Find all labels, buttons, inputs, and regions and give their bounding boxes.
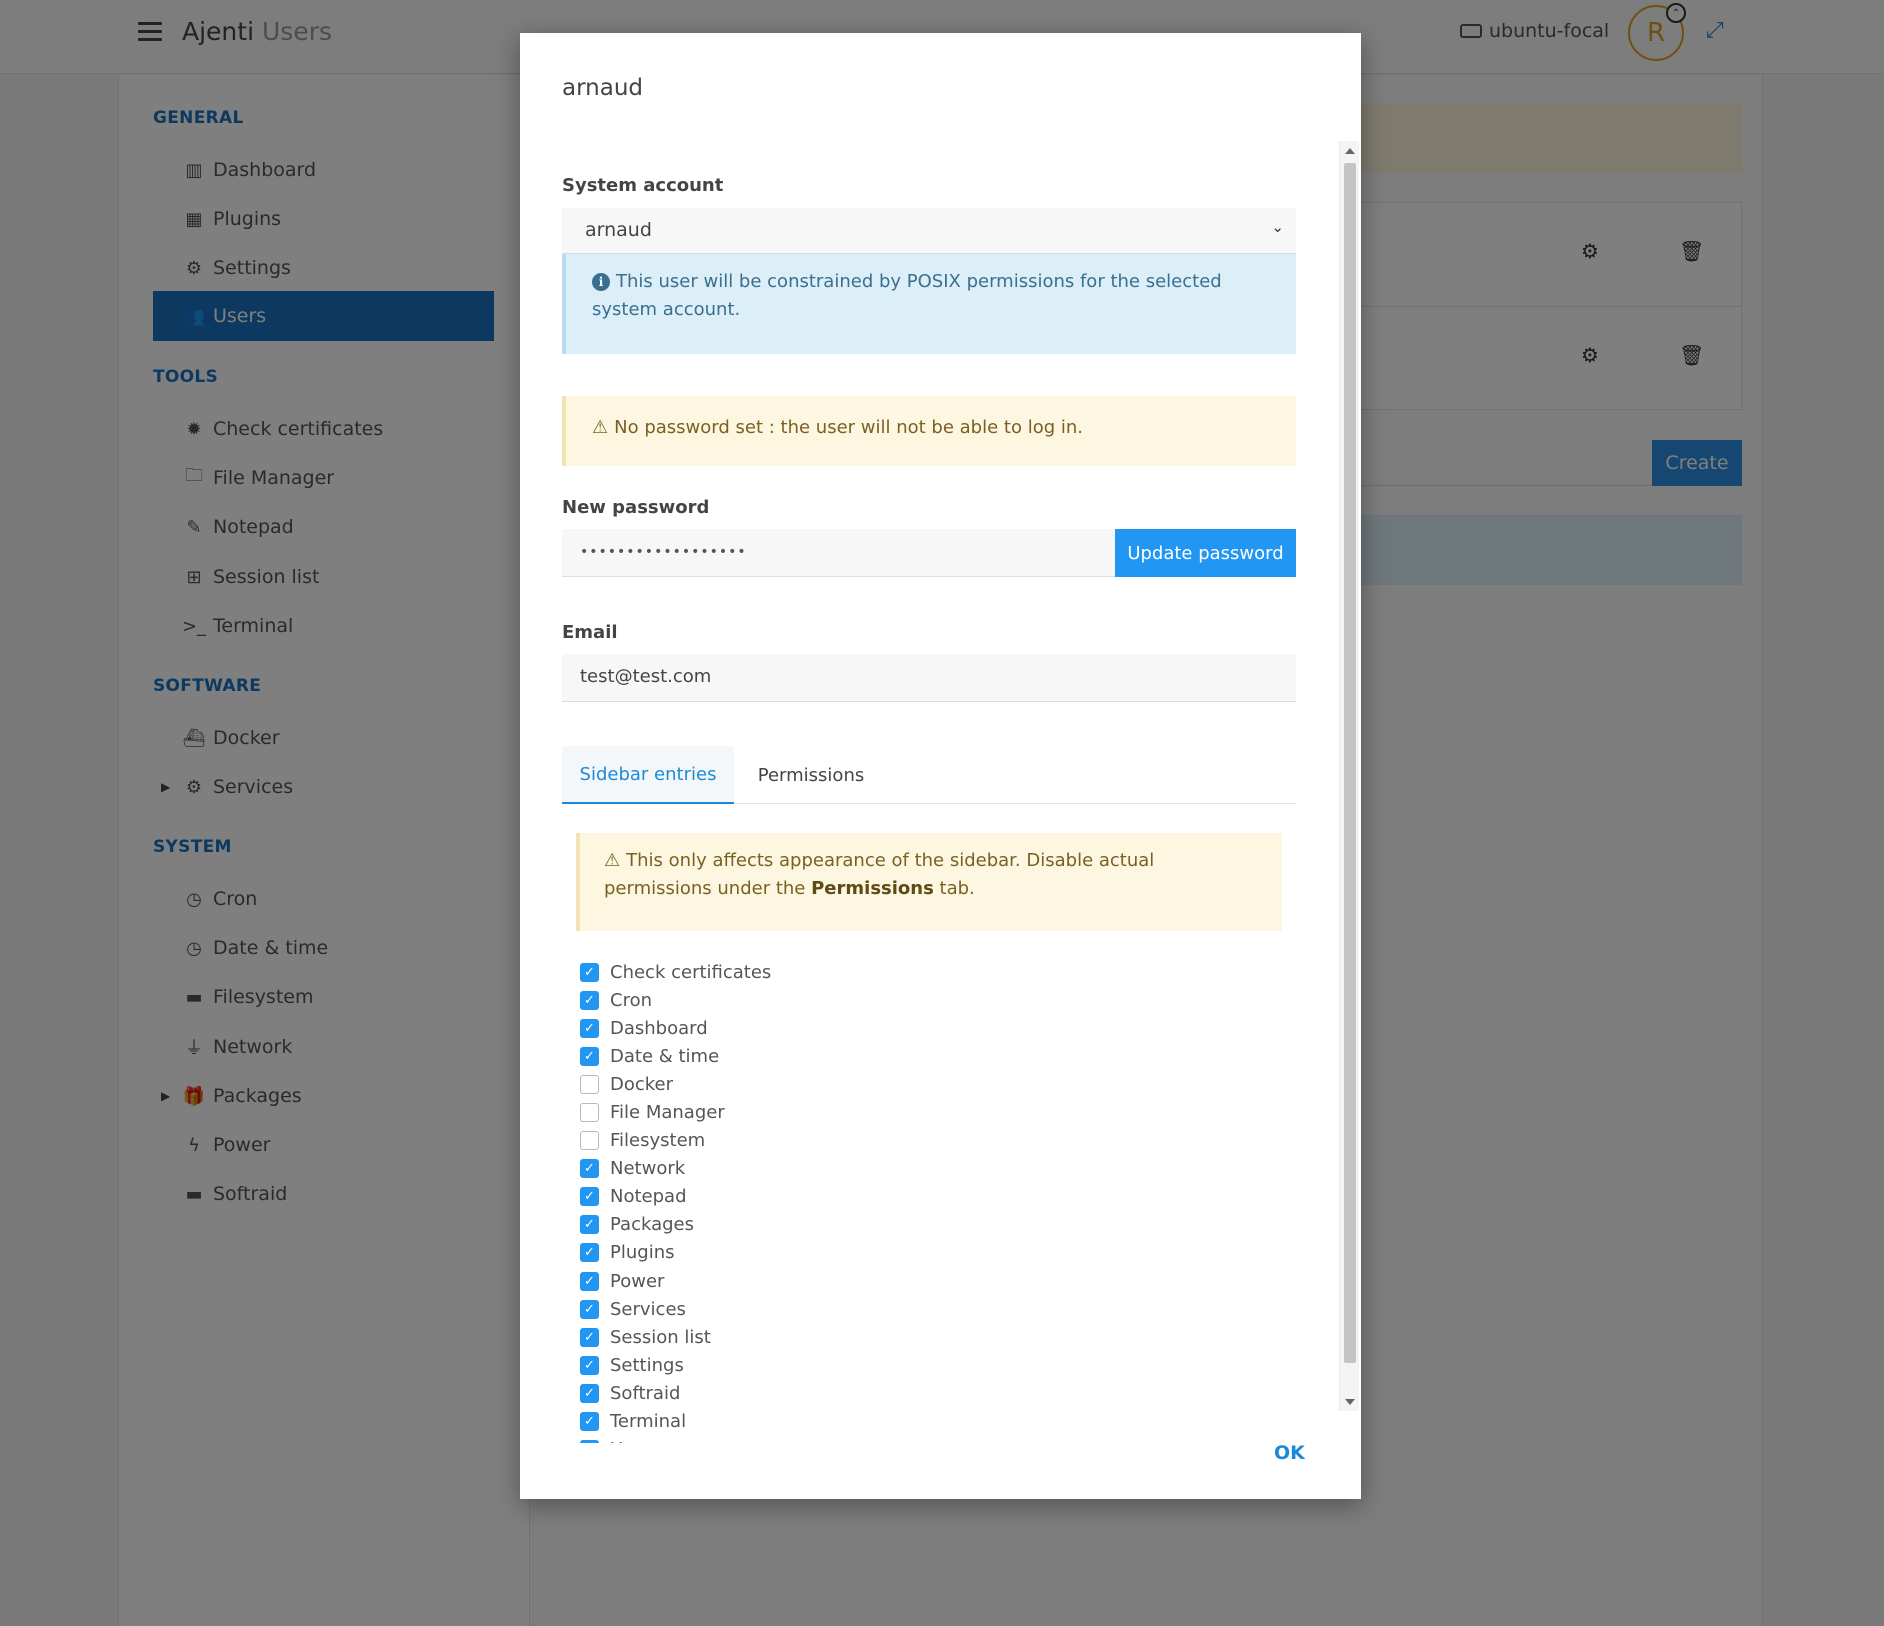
- sidebar-entry-label: Settings: [610, 1354, 684, 1376]
- new-password-input[interactable]: ••••••••••••••••••: [562, 529, 1115, 577]
- checkbox[interactable]: [580, 1103, 599, 1123]
- sidebar-entry-item[interactable]: ✓ Terminal: [580, 1408, 771, 1436]
- modal-scrollbar[interactable]: [1339, 141, 1359, 1411]
- sidebar-entry-label: Services: [610, 1298, 686, 1320]
- checkbox[interactable]: ✓: [580, 1327, 599, 1347]
- posix-info-box: i This user will be constrained by POSIX …: [562, 254, 1296, 354]
- sidebar-entry-item[interactable]: ✓ Network: [580, 1155, 771, 1183]
- sidebar-entry-label: File Manager: [610, 1102, 725, 1124]
- sidebar-entry-item[interactable]: ✓ Dashboard: [580, 1014, 771, 1042]
- sidebar-entry-label: Dashboard: [610, 1017, 708, 1039]
- sidebar-entry-item[interactable]: ✓ Packages: [580, 1211, 771, 1239]
- checkbox[interactable]: ✓: [580, 1215, 599, 1235]
- checkbox[interactable]: ✓: [580, 1440, 599, 1443]
- sidebar-entry-label: Cron: [610, 989, 652, 1011]
- no-password-warning: ⚠ No password set : the user will not be …: [562, 396, 1296, 466]
- sidebar-appearance-warning: ⚠ This only affects appearance of the sid…: [576, 833, 1282, 931]
- sidebar-entry-label: Filesystem: [610, 1130, 706, 1152]
- sidebar-entry-label: Power: [610, 1270, 665, 1292]
- sidebar-entry-item[interactable]: File Manager: [580, 1098, 771, 1126]
- sidebar-entries-list: ✓ Check certificates ✓ Cron ✓ Dashboard ✓ Date …: [580, 958, 771, 1443]
- sidebar-entry-item[interactable]: ✓ Date & time: [580, 1042, 771, 1070]
- scroll-up-icon[interactable]: [1345, 148, 1355, 154]
- checkbox[interactable]: [580, 1131, 599, 1151]
- sidebar-entry-item[interactable]: ✓ Softraid: [580, 1379, 771, 1407]
- tab-sidebar-entries[interactable]: Sidebar entries: [562, 746, 734, 804]
- checkbox[interactable]: ✓: [580, 1299, 599, 1319]
- warning-icon: ⚠: [592, 417, 609, 438]
- checkbox[interactable]: ✓: [580, 1187, 599, 1207]
- sidebar-entry-item[interactable]: ✓ Notepad: [580, 1183, 771, 1211]
- user-edit-modal: arnaud System account arnaud ⌄ i This use…: [520, 33, 1361, 1499]
- sidebar-entry-label: Terminal: [610, 1411, 687, 1433]
- sidebar-entry-item[interactable]: ✓ Plugins: [580, 1239, 771, 1267]
- sidebar-entry-label: Docker: [610, 1073, 674, 1095]
- checkbox[interactable]: ✓: [580, 1355, 599, 1375]
- checkbox[interactable]: ✓: [580, 1383, 599, 1403]
- email-input[interactable]: test@test.com: [562, 654, 1296, 702]
- tab-bar: Sidebar entries Permissions: [562, 746, 1296, 804]
- sidebar-entry-item[interactable]: Filesystem: [580, 1127, 771, 1155]
- checkbox[interactable]: ✓: [580, 1412, 599, 1432]
- scroll-down-icon[interactable]: [1345, 1399, 1355, 1405]
- checkbox[interactable]: ✓: [580, 990, 599, 1010]
- new-password-label: New password: [562, 497, 710, 518]
- checkbox[interactable]: ✓: [580, 1243, 599, 1263]
- sidebar-entry-item[interactable]: ✓ Session list: [580, 1323, 771, 1351]
- sidebar-entry-item[interactable]: ✓ Check certificates: [580, 958, 771, 986]
- sidebar-entry-label: Softraid: [610, 1382, 681, 1404]
- checkbox[interactable]: ✓: [580, 1018, 599, 1038]
- sidebar-entry-item[interactable]: ✓ Users: [580, 1436, 771, 1443]
- tab-permissions[interactable]: Permissions: [734, 746, 888, 804]
- sidebar-entry-item[interactable]: ✓ Settings: [580, 1351, 771, 1379]
- modal-body: System account arnaud ⌄ i This user will …: [520, 141, 1361, 1443]
- sidebar-entry-item[interactable]: ✓ Cron: [580, 986, 771, 1014]
- sidebar-entry-label: Date & time: [610, 1045, 720, 1067]
- ok-button[interactable]: OK: [1274, 1442, 1305, 1464]
- sidebar-entry-item[interactable]: ✓ Services: [580, 1295, 771, 1323]
- sidebar-entry-label: Network: [610, 1158, 686, 1180]
- sidebar-entry-label: Check certificates: [610, 961, 772, 983]
- update-password-button[interactable]: Update password: [1115, 529, 1296, 577]
- sidebar-entry-item[interactable]: Docker: [580, 1070, 771, 1098]
- sidebar-entry-label: Session list: [610, 1326, 711, 1348]
- warning-icon: ⚠: [604, 850, 621, 871]
- sidebar-entry-label: Users: [610, 1439, 660, 1443]
- checkbox[interactable]: ✓: [580, 1159, 599, 1179]
- sidebar-entry-label: Packages: [610, 1214, 694, 1236]
- email-label: Email: [562, 622, 618, 643]
- chevron-down-icon: ⌄: [1271, 218, 1284, 236]
- system-account-select[interactable]: arnaud ⌄: [562, 208, 1296, 254]
- info-icon: i: [592, 273, 610, 291]
- scrollbar-thumb[interactable]: [1344, 163, 1356, 1363]
- sidebar-entry-label: Plugins: [610, 1242, 675, 1264]
- checkbox[interactable]: ✓: [580, 1046, 599, 1066]
- checkbox[interactable]: ✓: [580, 962, 599, 982]
- system-account-label: System account: [562, 175, 724, 196]
- checkbox[interactable]: [580, 1074, 599, 1094]
- modal-title: arnaud: [562, 75, 643, 101]
- sidebar-entry-item[interactable]: ✓ Power: [580, 1267, 771, 1295]
- sidebar-entry-label: Notepad: [610, 1186, 687, 1208]
- checkbox[interactable]: ✓: [580, 1271, 599, 1291]
